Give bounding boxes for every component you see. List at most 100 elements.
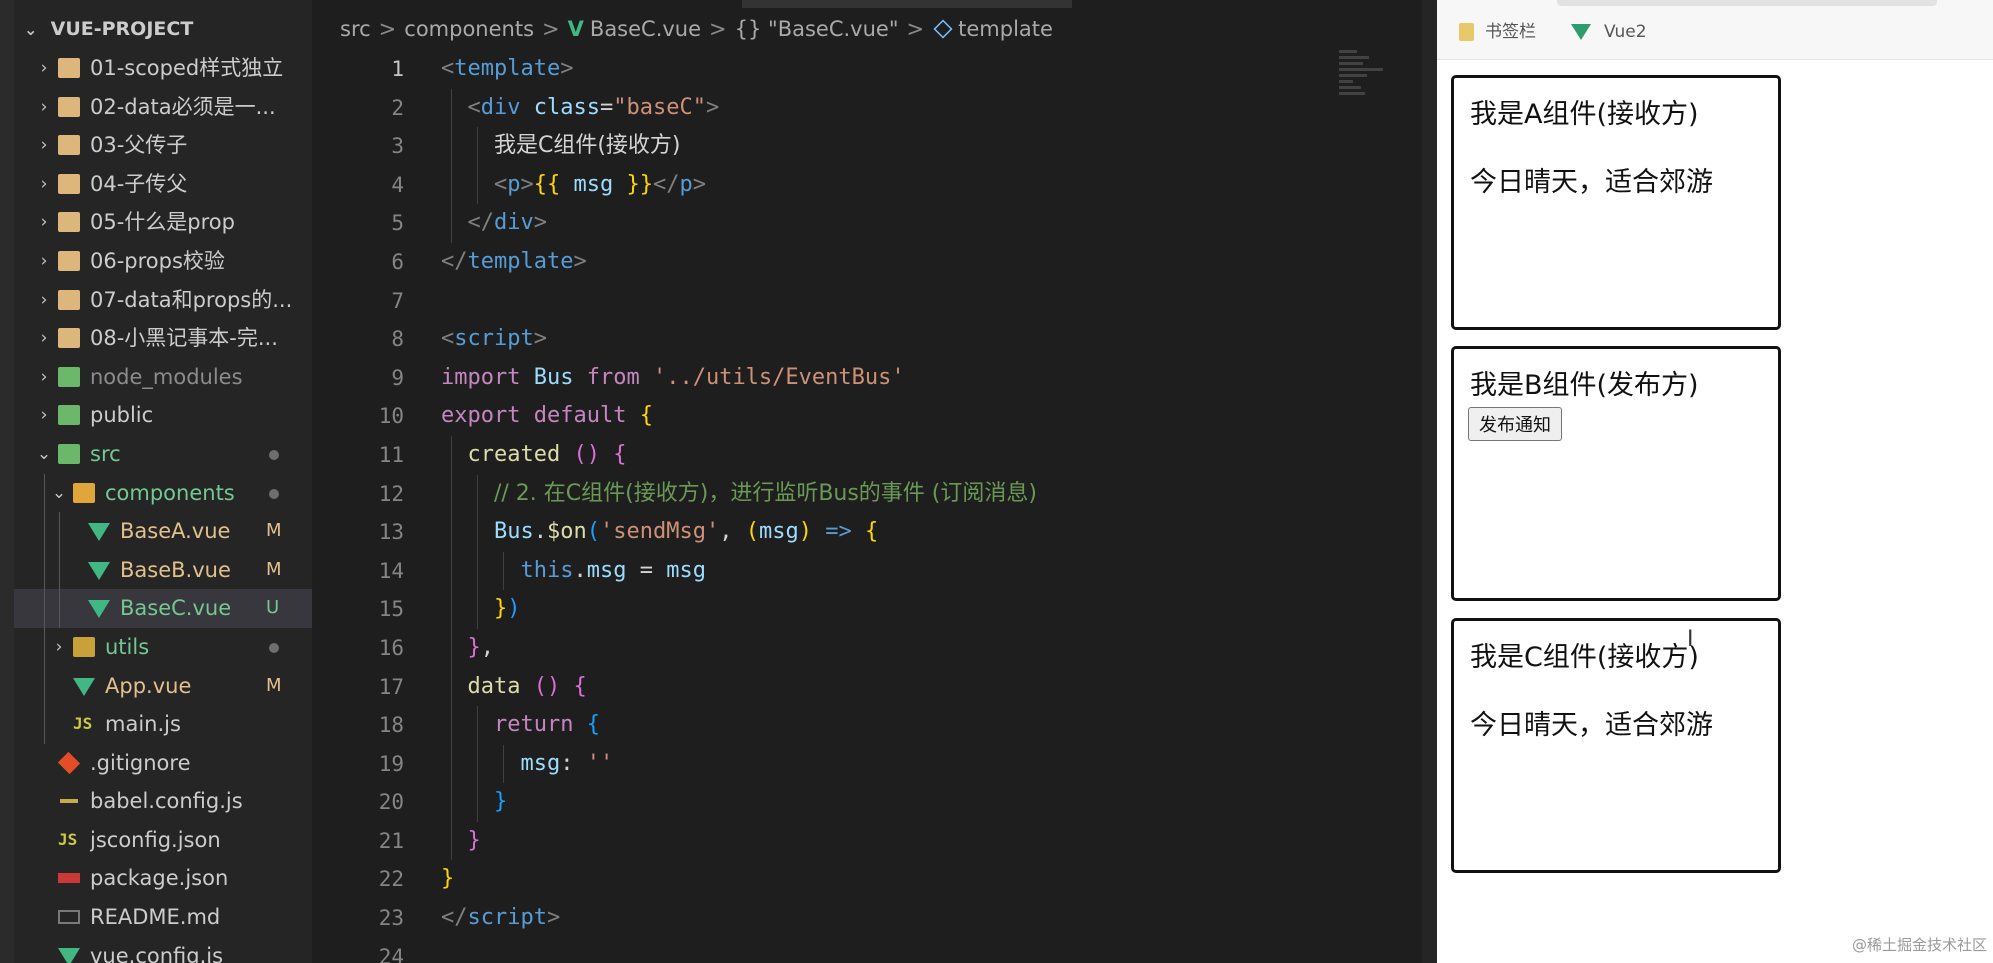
publish-notice-button[interactable]: 发布通知 <box>1468 407 1562 441</box>
vue-file-icon <box>73 677 95 698</box>
explorer-project-header[interactable]: ⌄ VUE-PROJECT <box>24 14 193 44</box>
component-c-title: 我是C组件(接收方) <box>1470 642 1699 673</box>
chevron-right-icon[interactable]: › <box>49 628 69 667</box>
watermark: @稀土掘金技术社区 <box>1851 936 1987 954</box>
chevron-right-icon[interactable]: › <box>34 88 54 127</box>
code-line-18: return { <box>441 706 1401 745</box>
tree-item[interactable]: .gitignore <box>14 744 312 783</box>
chevron-right-icon[interactable]: › <box>34 242 54 281</box>
tree-item[interactable]: › 07-data和props的... <box>14 281 312 320</box>
chevron-right-icon[interactable]: › <box>34 396 54 435</box>
chevron-down-icon[interactable]: ⌄ <box>34 435 54 474</box>
code-area[interactable]: <template> <div class="baseC"> 我是C组件(接收方… <box>441 50 1401 963</box>
tree-item[interactable]: ⌄ components <box>14 473 312 513</box>
tree-item[interactable]: › 05-什么是prop <box>14 203 312 242</box>
tree-item-label: .gitignore <box>90 750 191 775</box>
tree-item[interactable]: › utils <box>14 627 312 667</box>
minimap[interactable] <box>1339 50 1409 130</box>
code-line-12: // 2. 在C组件(接收方)，进行监听Bus的事件 (订阅消息) <box>441 474 1401 514</box>
chevron-right-icon[interactable]: › <box>34 49 54 88</box>
tree-item-label: BaseC.vue <box>120 596 232 621</box>
git-status-badge: M <box>266 674 282 696</box>
explorer-sidebar: ⌄ VUE-PROJECT › 01-scoped样式独立 › 02-data必须是一… <box>0 0 312 963</box>
tree-item-label: src <box>90 441 121 466</box>
tree-item[interactable]: BaseA.vue M <box>14 512 312 551</box>
tree-item[interactable]: JS main.js <box>14 705 312 744</box>
breadcrumb-template[interactable]: template <box>958 17 1053 41</box>
tree-item[interactable]: package.json <box>14 859 312 898</box>
code-editor[interactable]: src > components > V BaseC.vue > {} "BaseC.vue"… <box>312 0 1437 963</box>
tree-item[interactable]: vue.config.js <box>14 937 312 963</box>
tree-item[interactable]: › public <box>14 396 312 435</box>
tree-item-label: main.js <box>105 712 181 737</box>
chevron-down-icon[interactable]: ⌄ <box>49 474 69 513</box>
folder-icon <box>58 58 80 78</box>
component-b-title: 我是B组件(发布方) <box>1470 370 1699 401</box>
tree-item[interactable]: JS jsconfig.json <box>14 821 312 860</box>
line-number: 13 <box>378 520 404 545</box>
tree-item[interactable]: › 06-props校验 <box>14 242 312 281</box>
tree-item[interactable]: › 04-子传父 <box>14 165 312 204</box>
chevron-right-icon: > <box>378 17 397 41</box>
tree-item[interactable]: ⌄ src <box>14 435 312 474</box>
indent-guide <box>44 512 45 551</box>
tree-item-label: App.vue <box>105 673 192 698</box>
breadcrumb-module[interactable]: {} "BaseC.vue" <box>735 17 899 41</box>
line-number: 8 <box>391 327 404 352</box>
folder-icon <box>1459 23 1474 41</box>
tree-item[interactable]: › 08-小黑记事本-完... <box>14 319 312 358</box>
tree-item[interactable]: › 02-data必须是一... <box>14 88 312 127</box>
breadcrumb-components[interactable]: components <box>404 17 534 41</box>
component-b-box: 我是B组件(发布方) 发布通知 <box>1451 346 1781 601</box>
tree-item[interactable]: BaseB.vue M <box>14 550 312 590</box>
git-status-badge: M <box>266 558 282 580</box>
folder-icon <box>73 482 95 503</box>
component-a-box: 我是A组件(接收方) 今日晴天，适合郊游 <box>1451 75 1781 330</box>
breadcrumb-src[interactable]: src <box>340 17 371 41</box>
line-number-gutter: 1 2 3 4 5 6 7 8 9 10 11 12 13 14 15 16 17 18 19 20 21 22 23 24 <box>312 50 404 963</box>
chevron-right-icon[interactable]: › <box>34 281 54 320</box>
file-tree: › 01-scoped样式独立 › 02-data必须是一... › 03-父传子 › 04-… <box>14 49 312 963</box>
tree-item[interactable]: README.md <box>14 898 312 937</box>
tree-item[interactable]: BaseC.vue U <box>14 589 312 628</box>
tree-item[interactable]: › 03-父传子 <box>14 126 312 165</box>
line-number: 20 <box>378 790 404 815</box>
folder-icon <box>58 289 80 310</box>
code-line-9: import Bus from '../utils/EventBus' <box>441 364 905 390</box>
folder-icon <box>58 443 80 464</box>
line-number: 12 <box>378 481 404 506</box>
sidebar-scrollbar[interactable] <box>0 0 14 963</box>
folder-icon <box>73 636 95 657</box>
chevron-right-icon[interactable]: › <box>34 358 54 397</box>
bookmark-folder-label[interactable]: 书签栏 <box>1485 20 1536 44</box>
tree-item-label: 07-data和props的... <box>90 287 293 312</box>
tree-item[interactable]: › 01-scoped样式独立 <box>14 49 312 88</box>
tree-item-label: 03-父传子 <box>90 133 188 158</box>
line-number: 21 <box>378 828 404 853</box>
line-number: 18 <box>378 713 404 738</box>
minimap-line <box>1339 92 1365 95</box>
minimap-line <box>1339 50 1357 53</box>
editor-scrollbar[interactable] <box>1422 0 1437 963</box>
indent-guide <box>59 512 60 551</box>
babel-icon <box>58 791 80 812</box>
line-number: 14 <box>378 558 404 583</box>
tree-item[interactable]: App.vue M <box>14 666 312 706</box>
chevron-right-icon[interactable]: › <box>34 126 54 165</box>
tree-item[interactable]: › node_modules <box>14 358 312 397</box>
vue-file-icon <box>88 561 110 582</box>
tree-item-label: babel.config.js <box>90 789 243 814</box>
folder-icon <box>58 135 80 156</box>
code-line-17: data () { <box>441 667 1401 707</box>
chevron-right-icon[interactable]: › <box>34 319 54 358</box>
git-changes-dot <box>269 642 279 653</box>
tree-item[interactable]: babel.config.js <box>14 782 312 821</box>
vue-file-icon: V <box>567 17 584 41</box>
line-number: 1 <box>391 57 404 81</box>
breadcrumb-file[interactable]: BaseC.vue <box>590 17 701 41</box>
chevron-right-icon[interactable]: › <box>34 203 54 242</box>
chevron-right-icon[interactable]: › <box>34 165 54 204</box>
bookmark-vue2[interactable]: Vue2 <box>1604 20 1647 44</box>
line-number: 9 <box>391 365 404 390</box>
